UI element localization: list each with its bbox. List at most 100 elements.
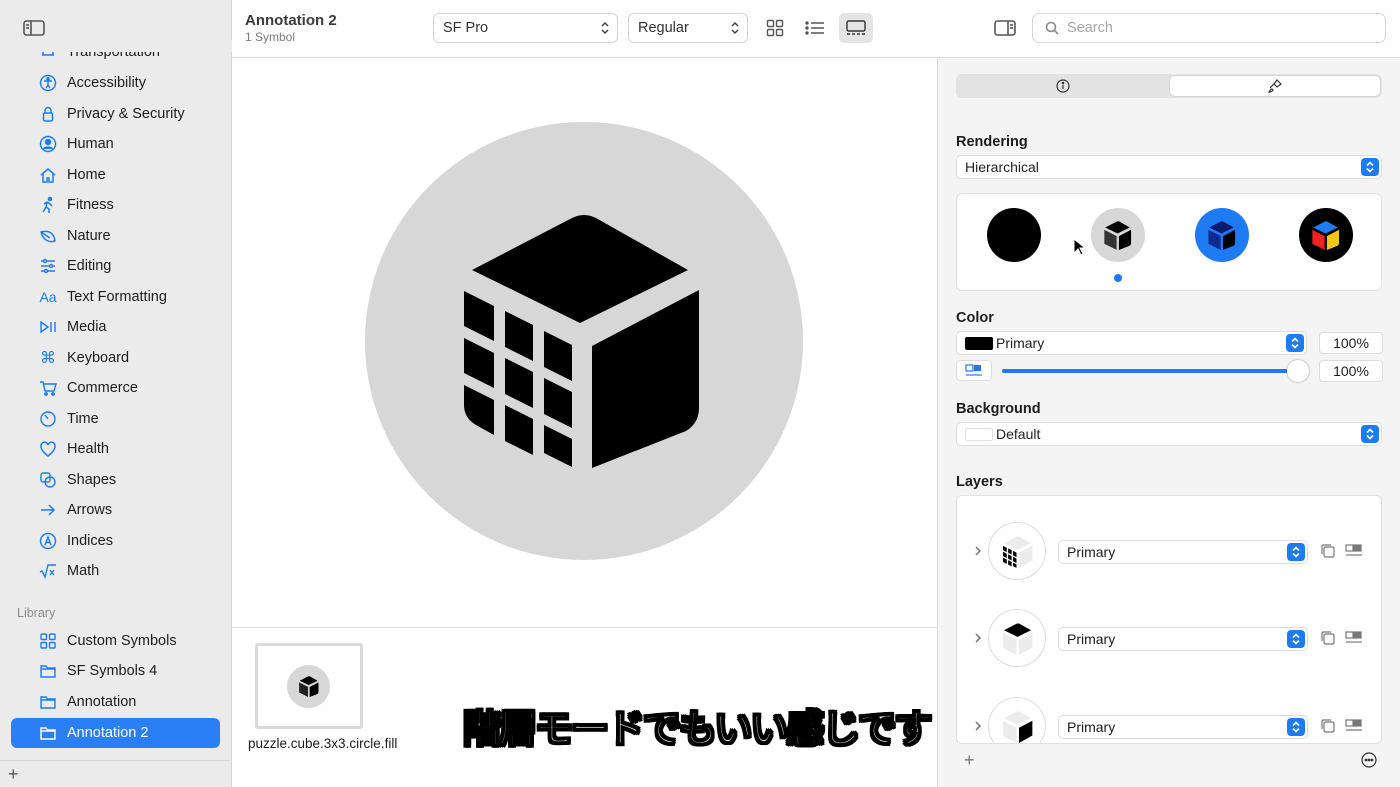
font-weight-select[interactable]: Regular (628, 13, 748, 43)
sidebar-item-indices[interactable]: Indices (11, 526, 220, 556)
puzzle-cube-icon (464, 215, 699, 468)
list-view-button[interactable] (798, 13, 832, 43)
play-pause-icon (38, 317, 58, 337)
symbol-thumbnail[interactable] (255, 643, 363, 729)
sidebar-item-nature[interactable]: Nature (11, 221, 220, 251)
more-options-icon[interactable] (1361, 752, 1377, 768)
sidebar-item-human[interactable]: Human (11, 129, 220, 159)
layers-title: Layers (956, 474, 1003, 490)
inspector-panel: Rendering Hierarchical Color Primary 100… (937, 58, 1400, 787)
cart-icon (38, 378, 58, 398)
sidebar-item-editing[interactable]: Editing (11, 251, 220, 281)
chevron-right-icon[interactable] (973, 545, 983, 557)
tab-info[interactable] (958, 76, 1168, 96)
multicolor-mode-button[interactable] (1299, 208, 1353, 262)
paintbrush-icon (1268, 79, 1282, 93)
sliders-icon (38, 256, 58, 276)
sidebar-item-home[interactable]: Home (11, 160, 220, 190)
layer-row: Primary (957, 697, 1381, 743)
gallery-view-button[interactable] (839, 13, 873, 43)
sidebar-item-commerce[interactable]: Commerce (11, 373, 220, 403)
chevron-updown-icon (601, 21, 609, 35)
sidebar-item-text-formatting[interactable]: Aa Text Formatting (11, 282, 220, 312)
sidebar-item-sf-symbols-4[interactable]: SF Symbols 4 (11, 656, 220, 686)
sidebar-item-label: Math (67, 563, 100, 579)
sidebar-item-label: Arrows (67, 502, 113, 518)
sidebar-item-keyboard[interactable]: ⌘ Keyboard (11, 343, 220, 373)
puzzle-cube-top-layer-icon (1003, 623, 1033, 655)
duplicate-layer-icon[interactable] (1319, 718, 1337, 734)
person-circle-icon (38, 134, 58, 154)
puzzle-cube-icon (1208, 221, 1236, 250)
folder-icon (38, 692, 58, 712)
inspector-toggle-icon[interactable] (993, 18, 1017, 38)
sidebar: Transportation Accessibility Privacy & S… (0, 0, 232, 787)
grid-view-button[interactable] (758, 13, 792, 43)
chevron-right-icon[interactable] (973, 632, 983, 644)
opacity-slider-track[interactable] (1002, 369, 1296, 373)
puzzle-cube-grid-layer-icon (1003, 536, 1033, 568)
palette-mode-button[interactable] (1195, 208, 1249, 262)
rendering-mode-select[interactable]: Hierarchical (956, 155, 1382, 179)
duplicate-layer-icon[interactable] (1319, 630, 1337, 646)
color-mode-button[interactable] (956, 360, 992, 381)
sidebar-item-shapes[interactable]: Shapes (11, 465, 220, 495)
color-value: Primary (996, 335, 1045, 351)
shapes-icon (38, 470, 58, 490)
search-field[interactable]: Search (1032, 13, 1386, 43)
layers-list: Primary Primary Primary (956, 495, 1382, 744)
sidebar-item-annotation[interactable]: Annotation (11, 687, 220, 717)
sidebar-item-label: Commerce (67, 380, 138, 396)
font-family-select[interactable]: SF Pro (433, 13, 618, 43)
layer-color-mode-icon[interactable] (1345, 630, 1363, 646)
sidebar-item-media[interactable]: Media (11, 312, 220, 342)
puzzle-cube-side-layer-icon (1003, 711, 1033, 743)
tab-customize[interactable] (1170, 76, 1380, 96)
sidebar-item-fitness[interactable]: Fitness (11, 190, 220, 220)
toolbar: Annotation 2 1 Symbol SF Pro Regular Sea… (232, 0, 1400, 58)
background-select[interactable]: Default (956, 422, 1382, 446)
slider-value-field[interactable]: 100% (1319, 360, 1383, 382)
rendering-mode-picker (956, 193, 1382, 291)
sidebar-item-health[interactable]: Health (11, 434, 220, 464)
sidebar-item-label: Home (67, 167, 106, 183)
list-view-icon (805, 21, 824, 35)
chevron-updown-icon (1361, 425, 1379, 443)
sidebar-item-math[interactable]: Math (11, 556, 220, 586)
add-layer-button[interactable]: + (964, 750, 975, 771)
font-family-value: SF Pro (443, 20, 489, 36)
sidebar-item-time[interactable]: Time (11, 404, 220, 434)
monochrome-mode-button[interactable] (987, 208, 1041, 262)
sidebar-item-arrows[interactable]: Arrows (11, 495, 220, 525)
sidebar-item-label: Editing (67, 258, 112, 274)
duplicate-layer-icon[interactable] (1319, 543, 1337, 559)
layer-color-select[interactable]: Primary (1058, 627, 1308, 651)
sidebar-item-privacy-security[interactable]: Privacy & Security (11, 99, 220, 129)
layer-color-mode-icon[interactable] (1345, 718, 1363, 734)
rendering-title: Rendering (956, 134, 1028, 150)
sidebar-item-label: Text Formatting (67, 289, 167, 305)
sidebar-item-custom-symbols[interactable]: Custom Symbols (11, 626, 220, 656)
layer-color-mode-icon[interactable] (1345, 543, 1363, 559)
chevron-right-icon[interactable] (973, 720, 983, 732)
sidebar-item-label: Privacy & Security (67, 106, 185, 122)
lock-icon (38, 104, 58, 124)
color-select[interactable]: Primary (956, 331, 1307, 355)
sidebar-item-annotation-2[interactable]: Annotation 2 (11, 718, 220, 748)
opacity-slider-handle[interactable] (1287, 360, 1309, 382)
chevron-updown-icon (731, 21, 739, 35)
layer-preview (988, 522, 1046, 580)
color-opacity-field[interactable]: 100% (1319, 332, 1383, 354)
sidebar-toggle-icon[interactable] (22, 18, 46, 38)
hierarchical-mode-button[interactable] (1091, 208, 1145, 262)
layer-color-value: Primary (1067, 544, 1116, 560)
search-icon (1045, 21, 1059, 35)
sidebar-footer: + (0, 760, 232, 787)
chevron-updown-icon (1287, 630, 1305, 648)
layer-row: Primary (957, 609, 1381, 669)
layer-color-select[interactable]: Primary (1058, 715, 1308, 739)
add-collection-button[interactable]: + (8, 764, 19, 785)
sidebar-item-accessibility[interactable]: Accessibility (11, 68, 220, 98)
layer-color-select[interactable]: Primary (1058, 540, 1308, 564)
symbol-preview-canvas (232, 58, 937, 627)
